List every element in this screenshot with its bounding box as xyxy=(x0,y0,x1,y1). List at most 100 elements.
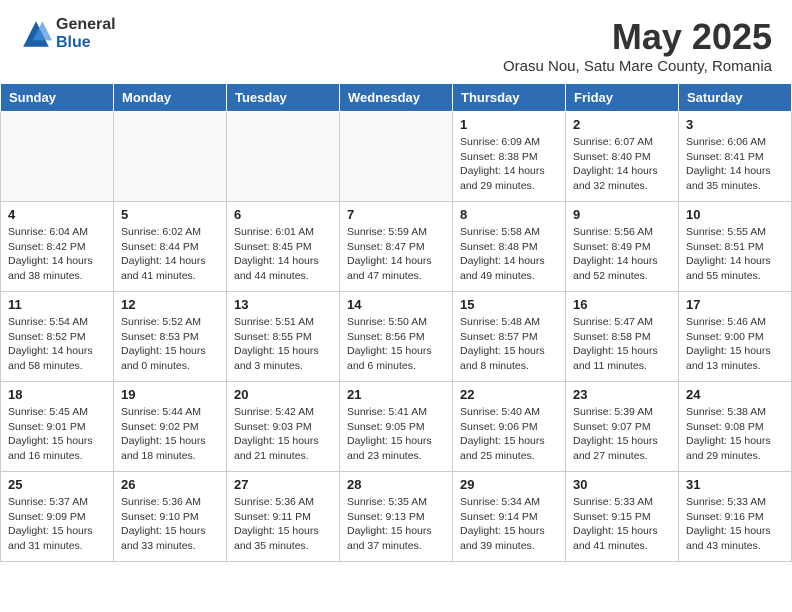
calendar-cell: 8 Sunrise: 5:58 AMSunset: 8:48 PMDaylight… xyxy=(453,202,566,292)
day-header-sunday: Sunday xyxy=(1,84,114,112)
day-number: 19 xyxy=(121,387,219,402)
day-info: Sunrise: 5:50 AMSunset: 8:56 PMDaylight:… xyxy=(347,315,445,374)
day-number: 28 xyxy=(347,477,445,492)
calendar-cell: 18Sunrise: 5:45 AMSunset: 9:01 PMDayligh… xyxy=(1,382,114,472)
day-info: Sunrise: 5:58 AMSunset: 8:48 PMDaylight:… xyxy=(460,225,558,284)
calendar-cell: 5Sunrise: 6:02 AMSunset: 8:44 PMDaylight… xyxy=(114,202,227,292)
calendar-cell: 13Sunrise: 5:51 AMSunset: 8:55 PMDayligh… xyxy=(227,292,340,382)
calendar-cell: 30 Sunrise: 5:33 AMSunset: 9:15 PMDayligh… xyxy=(566,472,679,562)
location-text: Orasu Nou, Satu Mare County, Romania xyxy=(503,58,772,75)
day-number: 23 xyxy=(573,387,671,402)
logo: General Blue xyxy=(20,16,116,51)
day-header-saturday: Saturday xyxy=(679,84,792,112)
day-number: 6 xyxy=(234,207,332,222)
day-info: Sunrise: 5:46 AMSunset: 9:00 PMDaylight:… xyxy=(686,315,784,374)
day-info: Sunrise: 5:35 AMSunset: 9:13 PMDaylight:… xyxy=(347,495,445,554)
day-number: 24 xyxy=(686,387,784,402)
title-section: May 2025 Orasu Nou, Satu Mare County, Ro… xyxy=(503,16,772,75)
day-number: 10 xyxy=(686,207,784,222)
calendar-cell: 16Sunrise: 5:47 AMSunset: 8:58 PMDayligh… xyxy=(566,292,679,382)
logo-blue-text: Blue xyxy=(56,34,116,52)
day-info: Sunrise: 5:33 AMSunset: 9:15 PMDaylight:… xyxy=(573,495,671,554)
day-number: 11 xyxy=(8,297,106,312)
day-header-friday: Friday xyxy=(566,84,679,112)
page-header: General Blue May 2025 Orasu Nou, Satu Ma… xyxy=(0,0,792,83)
day-number: 27 xyxy=(234,477,332,492)
logo-text: General Blue xyxy=(56,16,116,51)
day-number: 12 xyxy=(121,297,219,312)
week-row-2: 4 Sunrise: 6:04 AMSunset: 8:42 PMDaylight… xyxy=(1,202,792,292)
day-info: Sunrise: 5:39 AMSunset: 9:07 PMDaylight:… xyxy=(573,405,671,464)
day-number: 8 xyxy=(460,207,558,222)
week-row-5: 25Sunrise: 5:37 AMSunset: 9:09 PMDayligh… xyxy=(1,472,792,562)
calendar-cell: 14 Sunrise: 5:50 AMSunset: 8:56 PMDayligh… xyxy=(340,292,453,382)
day-info: Sunrise: 6:09 AMSunset: 8:38 PMDaylight:… xyxy=(460,135,558,194)
day-number: 20 xyxy=(234,387,332,402)
calendar-cell: 6Sunrise: 6:01 AMSunset: 8:45 PMDaylight… xyxy=(227,202,340,292)
day-info: Sunrise: 5:44 AMSunset: 9:02 PMDaylight:… xyxy=(121,405,219,464)
day-info: Sunrise: 5:48 AMSunset: 8:57 PMDaylight:… xyxy=(460,315,558,374)
day-info: Sunrise: 6:07 AMSunset: 8:40 PMDaylight:… xyxy=(573,135,671,194)
calendar-cell xyxy=(1,112,114,202)
calendar-cell: 19 Sunrise: 5:44 AMSunset: 9:02 PMDayligh… xyxy=(114,382,227,472)
week-row-4: 18Sunrise: 5:45 AMSunset: 9:01 PMDayligh… xyxy=(1,382,792,472)
calendar-cell: 25Sunrise: 5:37 AMSunset: 9:09 PMDayligh… xyxy=(1,472,114,562)
calendar-cell: 15 Sunrise: 5:48 AMSunset: 8:57 PMDayligh… xyxy=(453,292,566,382)
day-header-wednesday: Wednesday xyxy=(340,84,453,112)
week-row-1: 1 Sunrise: 6:09 AMSunset: 8:38 PMDaylight… xyxy=(1,112,792,202)
calendar-cell xyxy=(340,112,453,202)
day-info: Sunrise: 5:47 AMSunset: 8:58 PMDaylight:… xyxy=(573,315,671,374)
day-info: Sunrise: 5:37 AMSunset: 9:09 PMDaylight:… xyxy=(8,495,106,554)
day-header-thursday: Thursday xyxy=(453,84,566,112)
logo-icon xyxy=(20,18,52,50)
day-info: Sunrise: 5:36 AMSunset: 9:11 PMDaylight:… xyxy=(234,495,332,554)
day-info: Sunrise: 5:36 AMSunset: 9:10 PMDaylight:… xyxy=(121,495,219,554)
calendar-cell: 21Sunrise: 5:41 AMSunset: 9:05 PMDayligh… xyxy=(340,382,453,472)
day-info: Sunrise: 5:54 AMSunset: 8:52 PMDaylight:… xyxy=(8,315,106,374)
day-info: Sunrise: 5:59 AMSunset: 8:47 PMDaylight:… xyxy=(347,225,445,284)
calendar-cell xyxy=(227,112,340,202)
day-number: 31 xyxy=(686,477,784,492)
logo-general-text: General xyxy=(56,16,116,34)
day-info: Sunrise: 5:34 AMSunset: 9:14 PMDaylight:… xyxy=(460,495,558,554)
day-info: Sunrise: 5:51 AMSunset: 8:55 PMDaylight:… xyxy=(234,315,332,374)
week-row-3: 11 Sunrise: 5:54 AMSunset: 8:52 PMDayligh… xyxy=(1,292,792,382)
day-number: 15 xyxy=(460,297,558,312)
calendar-cell: 11 Sunrise: 5:54 AMSunset: 8:52 PMDayligh… xyxy=(1,292,114,382)
day-info: Sunrise: 6:04 AMSunset: 8:42 PMDaylight:… xyxy=(8,225,106,284)
calendar-cell xyxy=(114,112,227,202)
calendar-cell: 1 Sunrise: 6:09 AMSunset: 8:38 PMDaylight… xyxy=(453,112,566,202)
day-number: 14 xyxy=(347,297,445,312)
day-number: 5 xyxy=(121,207,219,222)
day-info: Sunrise: 5:56 AMSunset: 8:49 PMDaylight:… xyxy=(573,225,671,284)
day-number: 29 xyxy=(460,477,558,492)
calendar-cell: 29 Sunrise: 5:34 AMSunset: 9:14 PMDayligh… xyxy=(453,472,566,562)
calendar-cell: 22 Sunrise: 5:40 AMSunset: 9:06 PMDayligh… xyxy=(453,382,566,472)
day-number: 9 xyxy=(573,207,671,222)
day-info: Sunrise: 5:42 AMSunset: 9:03 PMDaylight:… xyxy=(234,405,332,464)
calendar-cell: 31 Sunrise: 5:33 AMSunset: 9:16 PMDayligh… xyxy=(679,472,792,562)
calendar-cell: 2 Sunrise: 6:07 AMSunset: 8:40 PMDaylight… xyxy=(566,112,679,202)
day-number: 22 xyxy=(460,387,558,402)
day-number: 1 xyxy=(460,117,558,132)
calendar-cell: 26 Sunrise: 5:36 AMSunset: 9:10 PMDayligh… xyxy=(114,472,227,562)
day-info: Sunrise: 5:40 AMSunset: 9:06 PMDaylight:… xyxy=(460,405,558,464)
day-header-tuesday: Tuesday xyxy=(227,84,340,112)
calendar-header-row: SundayMondayTuesdayWednesdayThursdayFrid… xyxy=(1,84,792,112)
day-number: 30 xyxy=(573,477,671,492)
day-number: 21 xyxy=(347,387,445,402)
day-number: 17 xyxy=(686,297,784,312)
calendar-cell: 7Sunrise: 5:59 AMSunset: 8:47 PMDaylight… xyxy=(340,202,453,292)
day-header-monday: Monday xyxy=(114,84,227,112)
calendar-cell: 10Sunrise: 5:55 AMSunset: 8:51 PMDayligh… xyxy=(679,202,792,292)
day-number: 4 xyxy=(8,207,106,222)
day-info: Sunrise: 5:33 AMSunset: 9:16 PMDaylight:… xyxy=(686,495,784,554)
day-info: Sunrise: 5:52 AMSunset: 8:53 PMDaylight:… xyxy=(121,315,219,374)
calendar-cell: 20 Sunrise: 5:42 AMSunset: 9:03 PMDayligh… xyxy=(227,382,340,472)
month-title: May 2025 xyxy=(503,16,772,58)
day-number: 3 xyxy=(686,117,784,132)
day-info: Sunrise: 5:45 AMSunset: 9:01 PMDaylight:… xyxy=(8,405,106,464)
day-number: 2 xyxy=(573,117,671,132)
day-number: 26 xyxy=(121,477,219,492)
calendar-cell: 4 Sunrise: 6:04 AMSunset: 8:42 PMDaylight… xyxy=(1,202,114,292)
